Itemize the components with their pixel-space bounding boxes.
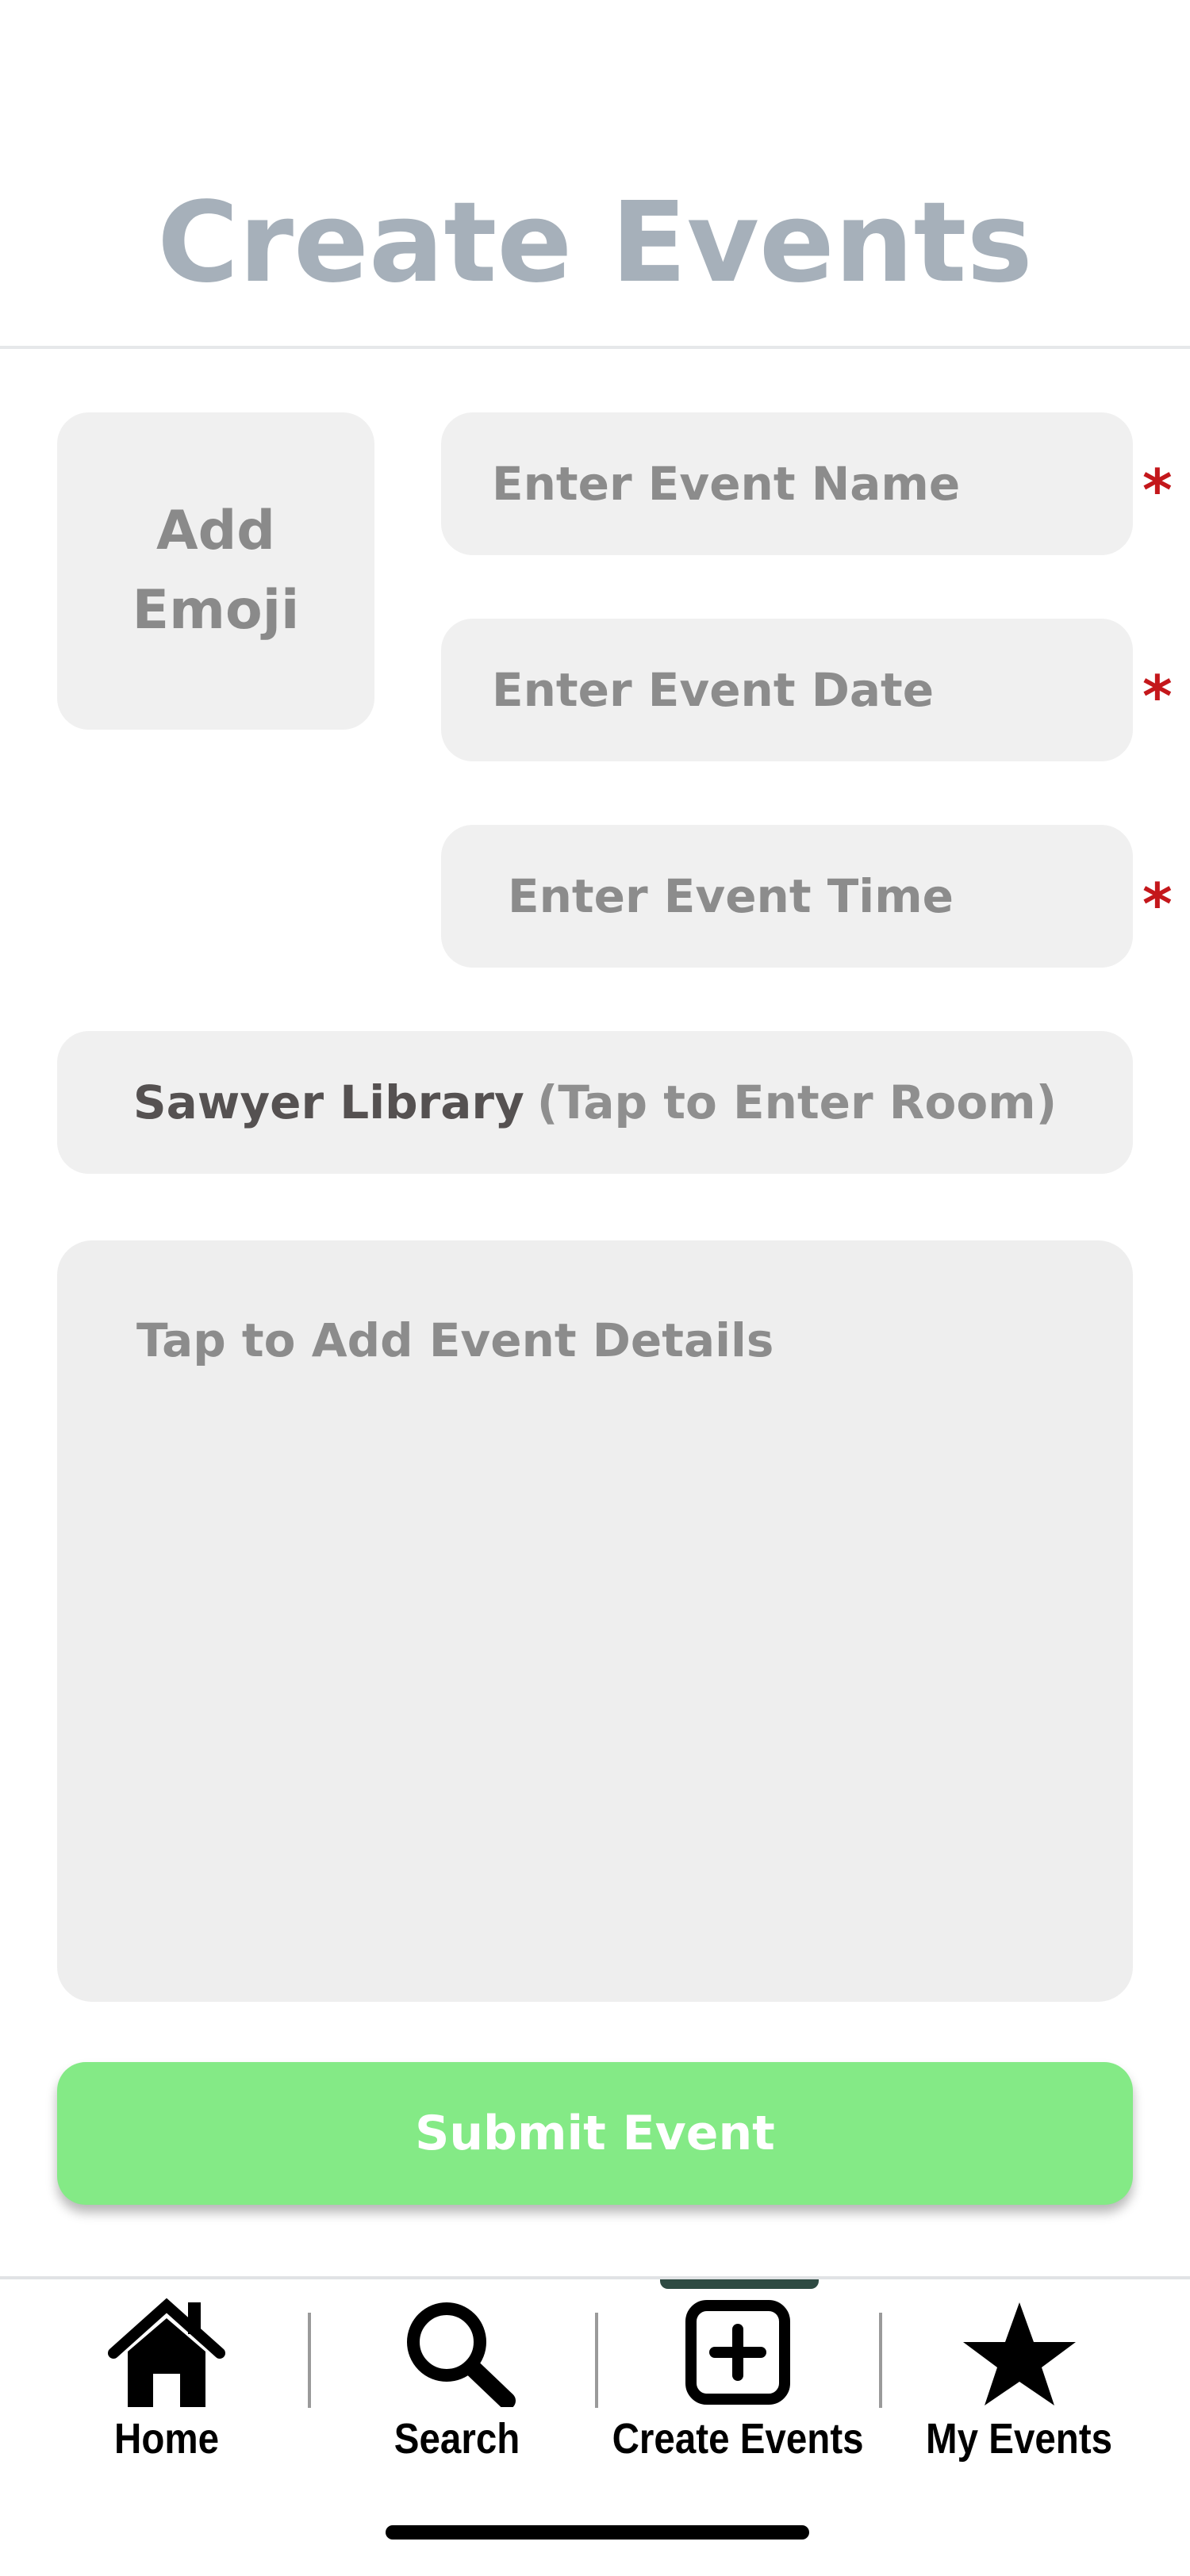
home-indicator-bar[interactable] [386, 2525, 809, 2540]
add-emoji-button[interactable]: Add Emoji [57, 412, 374, 730]
plus-square-icon [670, 2292, 805, 2411]
home-icon [99, 2292, 234, 2411]
create-events-screen: Create Events Add Emoji Enter Event Name… [0, 0, 1190, 2576]
event-details-placeholder: Tap to Add Event Details [136, 1313, 774, 1367]
event-details-textarea[interactable]: Tap to Add Event Details [57, 1240, 1133, 2002]
event-time-placeholder: Enter Event Time [508, 869, 954, 923]
tab-create-events[interactable]: Create Events [603, 2292, 873, 2467]
tab-separator [308, 2313, 311, 2408]
tab-search[interactable]: Search [378, 2292, 536, 2467]
search-icon [390, 2292, 524, 2411]
tab-my-events-label: My Events [926, 2415, 1113, 2463]
event-date-placeholder: Enter Event Date [492, 663, 935, 717]
tabbar-divider [0, 2276, 1190, 2279]
add-emoji-label-line2: Emoji [132, 579, 300, 642]
event-name-required-marker: * [1142, 457, 1173, 523]
event-time-required-marker: * [1142, 871, 1173, 937]
tab-home[interactable]: Home [87, 2292, 246, 2467]
tab-separator [595, 2313, 598, 2408]
selected-tab-indicator [660, 2279, 819, 2289]
event-date-field[interactable]: Enter Event Date [441, 619, 1133, 761]
star-icon [952, 2292, 1087, 2411]
header-divider [0, 346, 1190, 349]
add-emoji-label-line1: Add [156, 500, 275, 562]
tab-my-events[interactable]: My Events [912, 2292, 1127, 2467]
tab-home-label: Home [113, 2415, 220, 2463]
page-title: Create Events [157, 178, 1033, 308]
location-field[interactable]: Sawyer Library (Tap to Enter Room) [57, 1031, 1133, 1174]
location-hint: (Tap to Enter Room) [536, 1075, 1058, 1129]
event-name-placeholder: Enter Event Name [492, 457, 961, 511]
tab-separator [879, 2313, 882, 2408]
event-name-field[interactable]: Enter Event Name [441, 412, 1133, 555]
submit-event-button[interactable]: Submit Event [57, 2062, 1133, 2205]
tab-create-events-label: Create Events [612, 2415, 864, 2463]
tab-search-label: Search [393, 2415, 520, 2463]
event-date-required-marker: * [1142, 663, 1173, 730]
event-time-field[interactable]: Enter Event Time [441, 825, 1133, 968]
location-name: Sawyer Library [132, 1075, 524, 1129]
